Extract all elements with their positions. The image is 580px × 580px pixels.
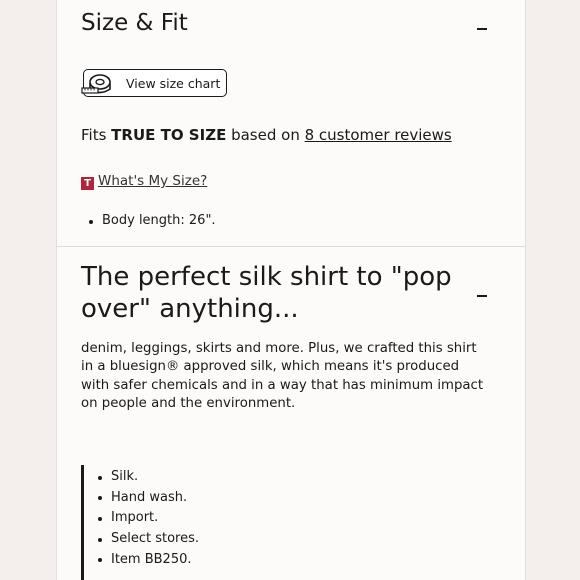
section-divider bbox=[57, 246, 525, 247]
product-details-panel: Size & Fit View size chart Fits TRUE TO … bbox=[56, 0, 526, 580]
list-item: Select stores. bbox=[96, 529, 199, 550]
size-fit-title: Size & Fit bbox=[81, 10, 188, 36]
list-item: Hand wash. bbox=[96, 488, 199, 509]
fit-middle: based on bbox=[226, 126, 305, 144]
size-fit-collapse-icon[interactable] bbox=[477, 28, 487, 30]
view-size-chart-button[interactable]: View size chart bbox=[81, 69, 227, 97]
description-body: denim, leggings, skirts and more. Plus, … bbox=[81, 341, 484, 411]
fit-rating: TRUE TO SIZE bbox=[111, 126, 227, 144]
list-item: Item BB250. bbox=[96, 550, 199, 571]
spec-list: Body length: 26". bbox=[87, 213, 216, 228]
list-item: Body length: 26". bbox=[87, 213, 216, 228]
whats-my-size: T What's My Size? bbox=[81, 173, 207, 190]
list-item: Import. bbox=[96, 508, 199, 529]
fit-summary: Fits TRUE TO SIZE based on 8 customer re… bbox=[81, 126, 452, 144]
details-block: Silk. Hand wash. Import. Select stores. … bbox=[81, 465, 281, 580]
list-item: Silk. bbox=[96, 467, 199, 488]
view-size-chart-label: View size chart bbox=[126, 76, 221, 91]
description-title: The perfect silk shirt to "pop over" any… bbox=[81, 262, 452, 324]
whats-my-size-link[interactable]: What's My Size? bbox=[98, 173, 207, 189]
t-badge-icon: T bbox=[81, 177, 94, 190]
description-collapse-icon[interactable] bbox=[477, 295, 487, 297]
fit-prefix: Fits bbox=[81, 126, 112, 144]
measuring-tape-icon bbox=[81, 74, 111, 94]
details-list: Silk. Hand wash. Import. Select stores. … bbox=[96, 467, 199, 570]
customer-reviews-link[interactable]: 8 customer reviews bbox=[305, 126, 452, 144]
